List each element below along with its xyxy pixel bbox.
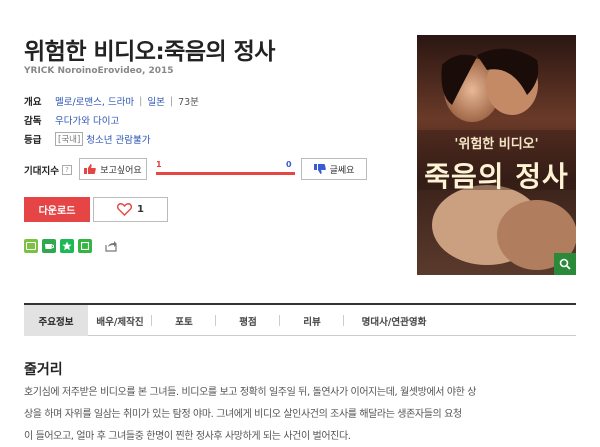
info-row-overview: 개요 멜로/로맨스, 드라마 | 일본 | 73분 (24, 94, 199, 109)
share-bar (24, 239, 118, 253)
director-link[interactable]: 우다가와 다이고 (55, 113, 119, 127)
share-icon[interactable] (104, 239, 118, 253)
expect-label: 기대지수 ? (24, 163, 72, 177)
country-link[interactable]: 일본 (147, 94, 164, 108)
director-label: 감독 (24, 116, 42, 127)
movie-subtitle: YRICK NoroinoErovideo, 2015 (24, 66, 174, 76)
overview-label: 개요 (24, 97, 42, 108)
thumbs-down-icon (313, 164, 326, 174)
want-to-see-button[interactable]: 보고싶어요 (79, 158, 147, 180)
rating-label: 등급 (24, 135, 42, 146)
movie-title: 위험한 비디오:죽음의 정사 (24, 39, 275, 65)
movie-poster[interactable]: '위험한 비디오' 죽음의 정사 (417, 35, 576, 275)
heart-icon (117, 203, 133, 216)
tab-main-info[interactable]: 주요정보 (24, 305, 88, 336)
want-label: 보고싶어요 (100, 165, 142, 176)
like-button[interactable]: 1 (93, 197, 168, 222)
like-count: 1 (137, 204, 144, 215)
rating-link[interactable]: 청소년 관람불가 (86, 132, 150, 146)
tab-review[interactable]: 리뷰 (280, 305, 344, 336)
cafe-share-icon[interactable] (42, 239, 56, 253)
tab-quotes-related[interactable]: 명대사/연관영화 (344, 305, 444, 336)
meh-button[interactable]: 글쎄요 (301, 158, 367, 180)
info-row-rating: 등급 [국내] 청소년 관람불가 (24, 132, 150, 146)
tab-cast-crew[interactable]: 배우/제작진 (88, 305, 152, 336)
meh-count: 0 (286, 160, 292, 169)
genre-link[interactable]: 멜로/로맨스, 드라마 (55, 94, 134, 108)
rating-region: [국내] (55, 132, 84, 146)
info-row-director: 감독 우다가와 다이고 (24, 113, 119, 127)
tab-photo[interactable]: 포토 (152, 305, 216, 336)
runtime: 73분 (178, 97, 199, 108)
poster-title-large: 죽음의 정사 (424, 160, 569, 193)
detail-tabs: 주요정보 배우/제작진 포토 평점 리뷰 명대사/연관영화 (24, 303, 576, 336)
tab-rating[interactable]: 평점 (216, 305, 280, 336)
bookmark-share-icon[interactable] (60, 239, 74, 253)
expect-ratio-bar (156, 172, 295, 175)
want-count: 1 (156, 160, 162, 169)
zoom-search-icon[interactable] (554, 253, 576, 275)
blog-share-icon[interactable] (24, 239, 38, 253)
meh-label: 글쎄요 (329, 165, 355, 176)
poster-title-small: '위험한 비디오' (454, 137, 539, 152)
download-button[interactable]: 다운로드 (24, 197, 90, 222)
synopsis-heading: 줄거리 (24, 362, 63, 378)
synopsis-text: 호기심에 저주받은 비디오를 본 그녀들. 비디오를 보고 정확히 일주일 뒤,… (24, 387, 477, 442)
help-icon[interactable]: ? (61, 165, 72, 175)
thumbs-up-icon (84, 164, 97, 174)
twitter-share-icon[interactable] (78, 239, 92, 253)
